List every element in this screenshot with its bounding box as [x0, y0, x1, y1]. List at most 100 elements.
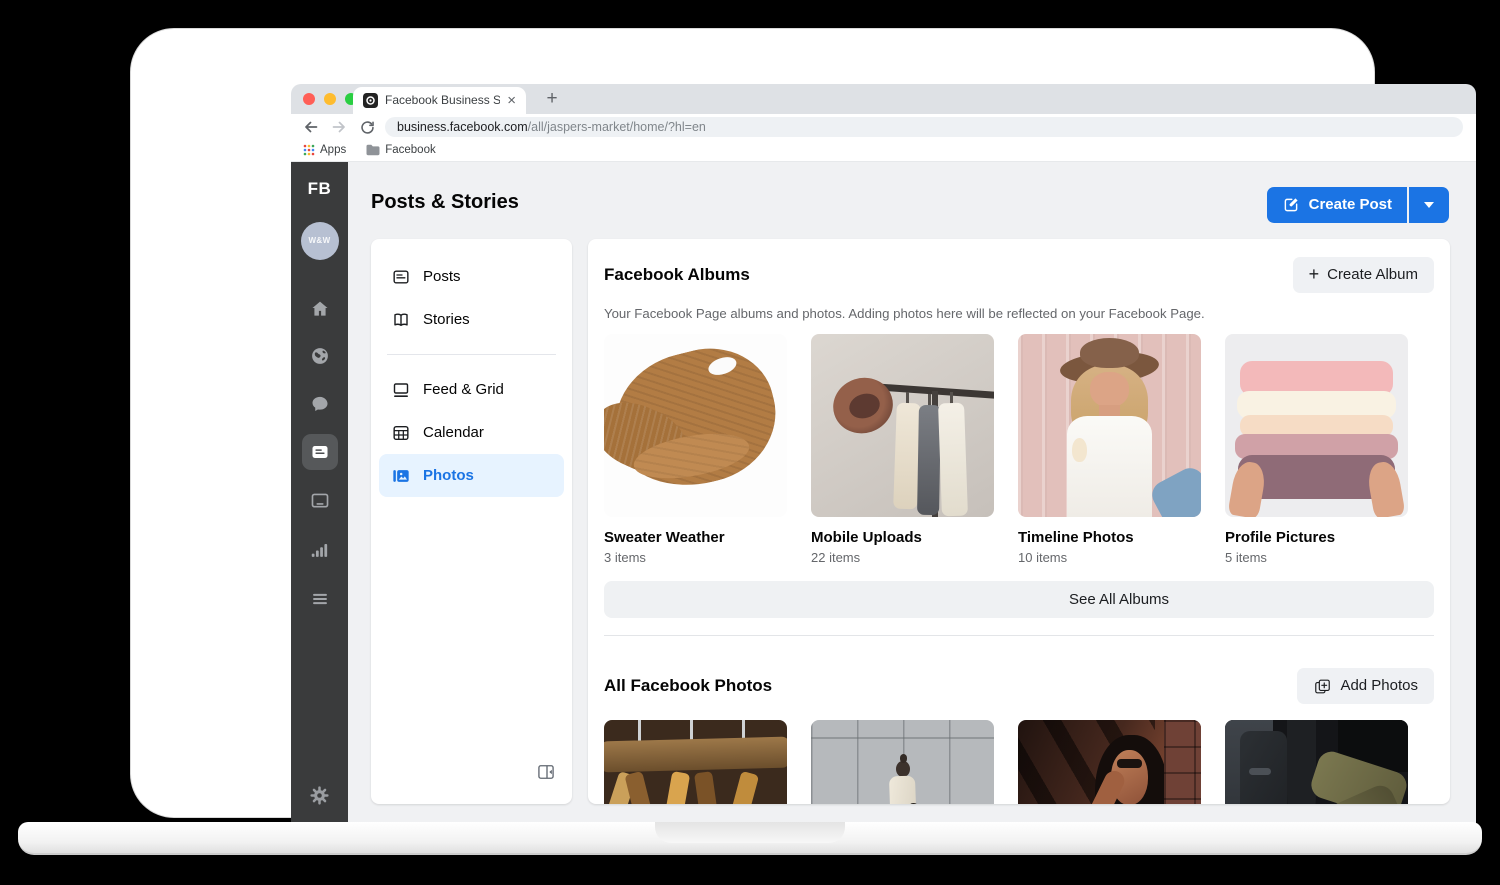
nav-item-stories[interactable]: Stories [379, 298, 564, 341]
bookmark-facebook[interactable]: Facebook [366, 144, 436, 158]
nav-item-label: Calendar [423, 424, 484, 442]
tab-title: Facebook Business Suite [385, 93, 500, 107]
home-icon [309, 298, 331, 320]
photos-grid [604, 720, 1434, 804]
monitor-icon [309, 490, 331, 512]
art-shape [1117, 759, 1143, 768]
chevron-down-icon [1423, 201, 1435, 209]
albums-panel: Facebook Albums + Create Album Your Face… [588, 239, 1450, 804]
create-album-button[interactable]: + Create Album [1293, 257, 1434, 293]
albums-title: Facebook Albums [604, 265, 750, 285]
album-cover-mobile-uploads[interactable] [811, 334, 994, 517]
photo-thumb-car[interactable] [1225, 720, 1408, 804]
posts-doc-icon [391, 267, 411, 287]
macbook-lid-notch [655, 822, 845, 843]
section-nav-card: Posts Stories Feed & Grid Calendar [371, 239, 572, 804]
album-cover-timeline-photos[interactable] [1018, 334, 1201, 517]
create-post-dropdown-button[interactable] [1409, 187, 1449, 223]
art-shape [723, 771, 760, 804]
art-shape [1249, 768, 1271, 775]
collapse-panel-icon [536, 762, 556, 782]
photos-title: All Facebook Photos [604, 676, 772, 696]
art-shape [1090, 372, 1128, 407]
album-name: Mobile Uploads [811, 529, 994, 547]
photo-thumb-portrait[interactable] [1018, 720, 1201, 804]
browser-tab[interactable]: Facebook Business Suite × [353, 87, 526, 114]
minimize-window-button[interactable] [324, 93, 336, 105]
album-card-sweater-weather[interactable]: Sweater Weather 3 items [604, 334, 787, 566]
art-shape [889, 776, 917, 804]
avatar[interactable]: W&W [301, 222, 339, 260]
album-card-profile-pictures[interactable]: Profile Pictures 5 items [1225, 334, 1408, 566]
business-suite-app: FB W&W Posts & Stories Create Post [291, 162, 1476, 826]
create-post-label: Create Post [1309, 196, 1392, 214]
art-shape [604, 736, 787, 772]
album-cover-sweater-weather[interactable] [604, 334, 787, 517]
albums-description: Your Facebook Page albums and photos. Ad… [604, 306, 1434, 322]
new-tab-button[interactable]: + [539, 86, 565, 112]
menu-icon [309, 588, 331, 610]
art-shape [917, 405, 941, 515]
feed-grid-icon [391, 380, 411, 400]
photos-header: All Facebook Photos Add Photos [604, 668, 1434, 704]
album-name: Profile Pictures [1225, 529, 1408, 547]
tab-close-icon[interactable]: × [507, 92, 516, 110]
album-card-timeline-photos[interactable]: Timeline Photos 10 items [1018, 334, 1201, 566]
album-name: Timeline Photos [1018, 529, 1201, 547]
collapse-sidebar-button[interactable] [536, 762, 556, 782]
rail-item-inbox[interactable] [302, 386, 338, 422]
art-shape [660, 771, 691, 804]
content-area: Posts & Stories Create Post Posts [348, 162, 1476, 826]
nav-item-label: Feed & Grid [423, 381, 504, 399]
forward-icon[interactable] [329, 117, 349, 137]
reload-icon[interactable] [357, 117, 377, 137]
nav-item-photos[interactable]: Photos [379, 454, 564, 497]
album-card-mobile-uploads[interactable]: Mobile Uploads 22 items [811, 334, 994, 566]
album-name: Sweater Weather [604, 529, 787, 547]
rail-item-more[interactable] [302, 581, 338, 617]
nav-item-label: Photos [423, 467, 474, 485]
art-shape [1164, 720, 1201, 804]
art-shape [896, 761, 910, 777]
rail-item-posts[interactable] [302, 434, 338, 470]
art-shape [1080, 338, 1139, 367]
album-art [604, 334, 787, 517]
album-count: 3 items [604, 550, 787, 566]
url-domain: business.facebook.com [397, 120, 528, 135]
photo-art [811, 720, 994, 804]
nav-item-label: Posts [423, 268, 461, 286]
rail-item-home[interactable] [302, 291, 338, 327]
calendar-icon [391, 423, 411, 443]
bookmark-apps[interactable]: Apps [303, 144, 346, 158]
album-art [1018, 334, 1201, 517]
photo-art [604, 720, 787, 804]
nav-divider [387, 354, 556, 355]
create-post-button[interactable]: Create Post [1267, 187, 1407, 223]
rail-item-settings[interactable] [302, 777, 338, 813]
fb-logo[interactable]: FB [291, 179, 348, 199]
rail-item-ads[interactable] [302, 483, 338, 519]
add-photos-button[interactable]: Add Photos [1297, 668, 1434, 704]
album-count: 5 items [1225, 550, 1408, 566]
browser-tab-strip: Facebook Business Suite × + [291, 84, 1476, 114]
nav-item-calendar[interactable]: Calendar [379, 411, 564, 454]
photo-thumb-street[interactable] [811, 720, 994, 804]
nav-item-feed-grid[interactable]: Feed & Grid [379, 368, 564, 411]
art-shape [1365, 460, 1405, 517]
url-path: /all/jaspers-market/home/?hl=en [528, 120, 706, 135]
close-window-button[interactable] [303, 93, 315, 105]
plus-icon: + [1309, 264, 1320, 286]
nav-item-label: Stories [423, 311, 470, 329]
photo-thumb-hangers[interactable] [604, 720, 787, 804]
bookmarks-bar: Apps Facebook [291, 140, 1476, 162]
tab-favicon-camera-icon [363, 93, 378, 108]
rail-item-audience[interactable] [302, 338, 338, 374]
nav-item-posts[interactable]: Posts [379, 255, 564, 298]
see-all-albums-button[interactable]: See All Albums [604, 581, 1434, 618]
back-icon[interactable] [301, 117, 321, 137]
gear-icon [308, 784, 331, 807]
page-title: Posts & Stories [371, 190, 519, 214]
rail-item-insights[interactable] [302, 532, 338, 568]
url-bar[interactable]: business.facebook.com/all/jaspers-market… [385, 117, 1463, 137]
album-cover-profile-pictures[interactable] [1225, 334, 1408, 517]
